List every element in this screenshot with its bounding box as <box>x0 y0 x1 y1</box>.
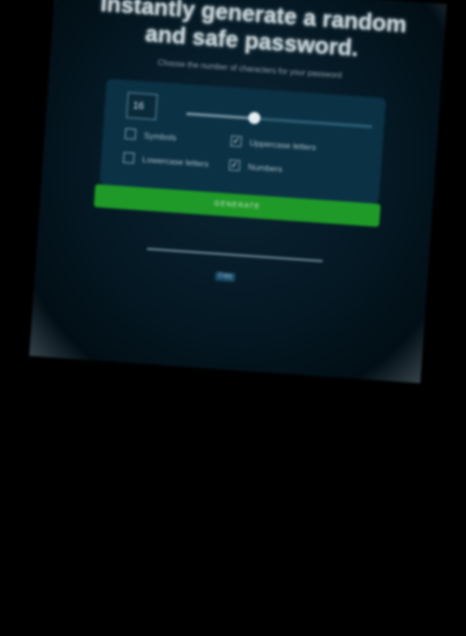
password-output[interactable] <box>146 239 324 263</box>
option-numbers[interactable]: ✓ Numbers <box>228 159 283 174</box>
copy-button[interactable]: Copy <box>214 271 236 283</box>
lowercase-checkbox[interactable] <box>122 151 135 164</box>
options-panel: 16 Symbols Lowercase letters ✓ Uppercase… <box>99 78 387 204</box>
symbols-label: Symbols <box>143 129 177 143</box>
option-uppercase[interactable]: ✓ Uppercase letters <box>230 135 316 152</box>
length-input[interactable]: 16 <box>126 92 158 121</box>
uppercase-label: Uppercase letters <box>249 137 317 152</box>
numbers-label: Numbers <box>247 161 283 174</box>
numbers-checkbox[interactable]: ✓ <box>228 159 241 172</box>
option-symbols[interactable]: Symbols <box>124 128 177 143</box>
length-slider-thumb[interactable] <box>247 111 261 125</box>
option-lowercase[interactable]: Lowercase letters <box>122 151 210 169</box>
symbols-checkbox[interactable] <box>124 128 137 140</box>
lowercase-label: Lowercase letters <box>141 153 210 169</box>
app-screen: Instantly generate a random and safe pas… <box>29 0 447 384</box>
uppercase-checkbox[interactable]: ✓ <box>230 135 243 148</box>
slider-track-empty[interactable] <box>254 116 373 129</box>
